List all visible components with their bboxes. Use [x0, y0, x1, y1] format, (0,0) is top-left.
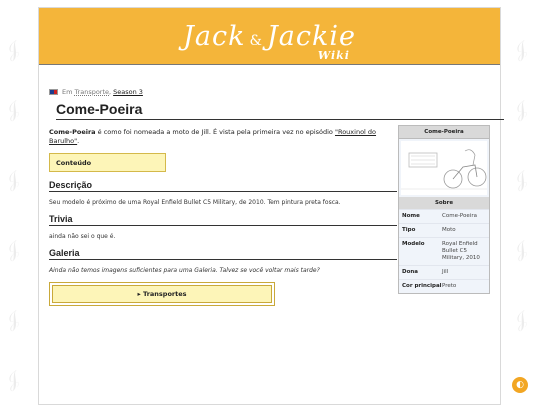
motorcycle-sketch: [401, 149, 487, 190]
section-descricao-title: Descrição: [49, 180, 397, 192]
toc-label: Conteúdo: [56, 159, 92, 167]
infobox-key: Dona: [402, 269, 418, 275]
breadcrumb-category-link[interactable]: Transporte: [75, 88, 110, 96]
table-of-contents[interactable]: Conteúdo: [49, 153, 166, 172]
infobox-title: Come-Poeira: [399, 126, 489, 139]
infobox: Come-Poeira Sobre Nome Come-Poeira Tipo …: [398, 125, 490, 294]
infobox-value: Come-Poeira: [442, 213, 477, 219]
infobox-row: Modelo Royal Enfield Bullet C5 Military,…: [399, 237, 489, 265]
logo-wiki: Wiki: [317, 48, 350, 62]
intro-paragraph: Come-Poeira é como foi nomeada a moto de…: [49, 128, 394, 146]
infobox-value: Moto: [442, 227, 456, 233]
site-header: Jack & Jackie Wiki: [39, 8, 500, 64]
section-trivia-title: Trivia: [49, 214, 397, 226]
infobox-value: Jill: [442, 269, 449, 275]
infobox-row: Cor principal Preto: [399, 279, 489, 293]
page-title: Come-Poeira: [56, 101, 504, 120]
infobox-key: Modelo: [402, 241, 425, 247]
infobox-key: Tipo: [402, 227, 416, 233]
wiki-page: Jack & Jackie Wiki Em Transporte, Season 3…: [38, 7, 504, 405]
infobox-row: Tipo Moto: [399, 223, 489, 237]
breadcrumb-prefix: Em: [62, 88, 73, 96]
logo-text-jack: Jack: [183, 20, 246, 52]
header-divider: [39, 64, 500, 65]
intro-bold: Come-Poeira: [49, 128, 96, 136]
flag-icon: [49, 89, 58, 95]
breadcrumb-separator: ,: [109, 88, 112, 96]
infobox-image[interactable]: [401, 141, 487, 195]
infobox-key: Nome: [402, 213, 420, 219]
site-logo[interactable]: Jack & Jackie Wiki: [183, 20, 356, 62]
logo-amp: &: [249, 32, 263, 49]
transportes-navbox-toggle[interactable]: ▸ Transportes: [52, 285, 272, 303]
intro-text: é como foi nomeada a moto de Jill. É vis…: [95, 128, 335, 136]
intro-end: .: [77, 137, 80, 145]
infobox-key: Cor principal: [402, 283, 442, 289]
section-galeria-title: Galeria: [49, 248, 397, 260]
infobox-row: Nome Come-Poeira: [399, 209, 489, 223]
infobox-row: Dona Jill: [399, 265, 489, 279]
logo-text-jackie: Jackie: [266, 20, 356, 52]
infobox-value: Preto: [442, 283, 457, 289]
breadcrumb: Em Transporte, Season 3: [49, 88, 490, 96]
transportes-navbox: ▸ Transportes: [49, 282, 275, 306]
infobox-subheader: Sobre: [399, 197, 489, 209]
infobox-value: Royal Enfield Bullet C5 Military, 2010: [442, 241, 480, 261]
contrast-icon[interactable]: ◐: [512, 377, 528, 393]
breadcrumb-season-link[interactable]: Season 3: [113, 88, 143, 96]
